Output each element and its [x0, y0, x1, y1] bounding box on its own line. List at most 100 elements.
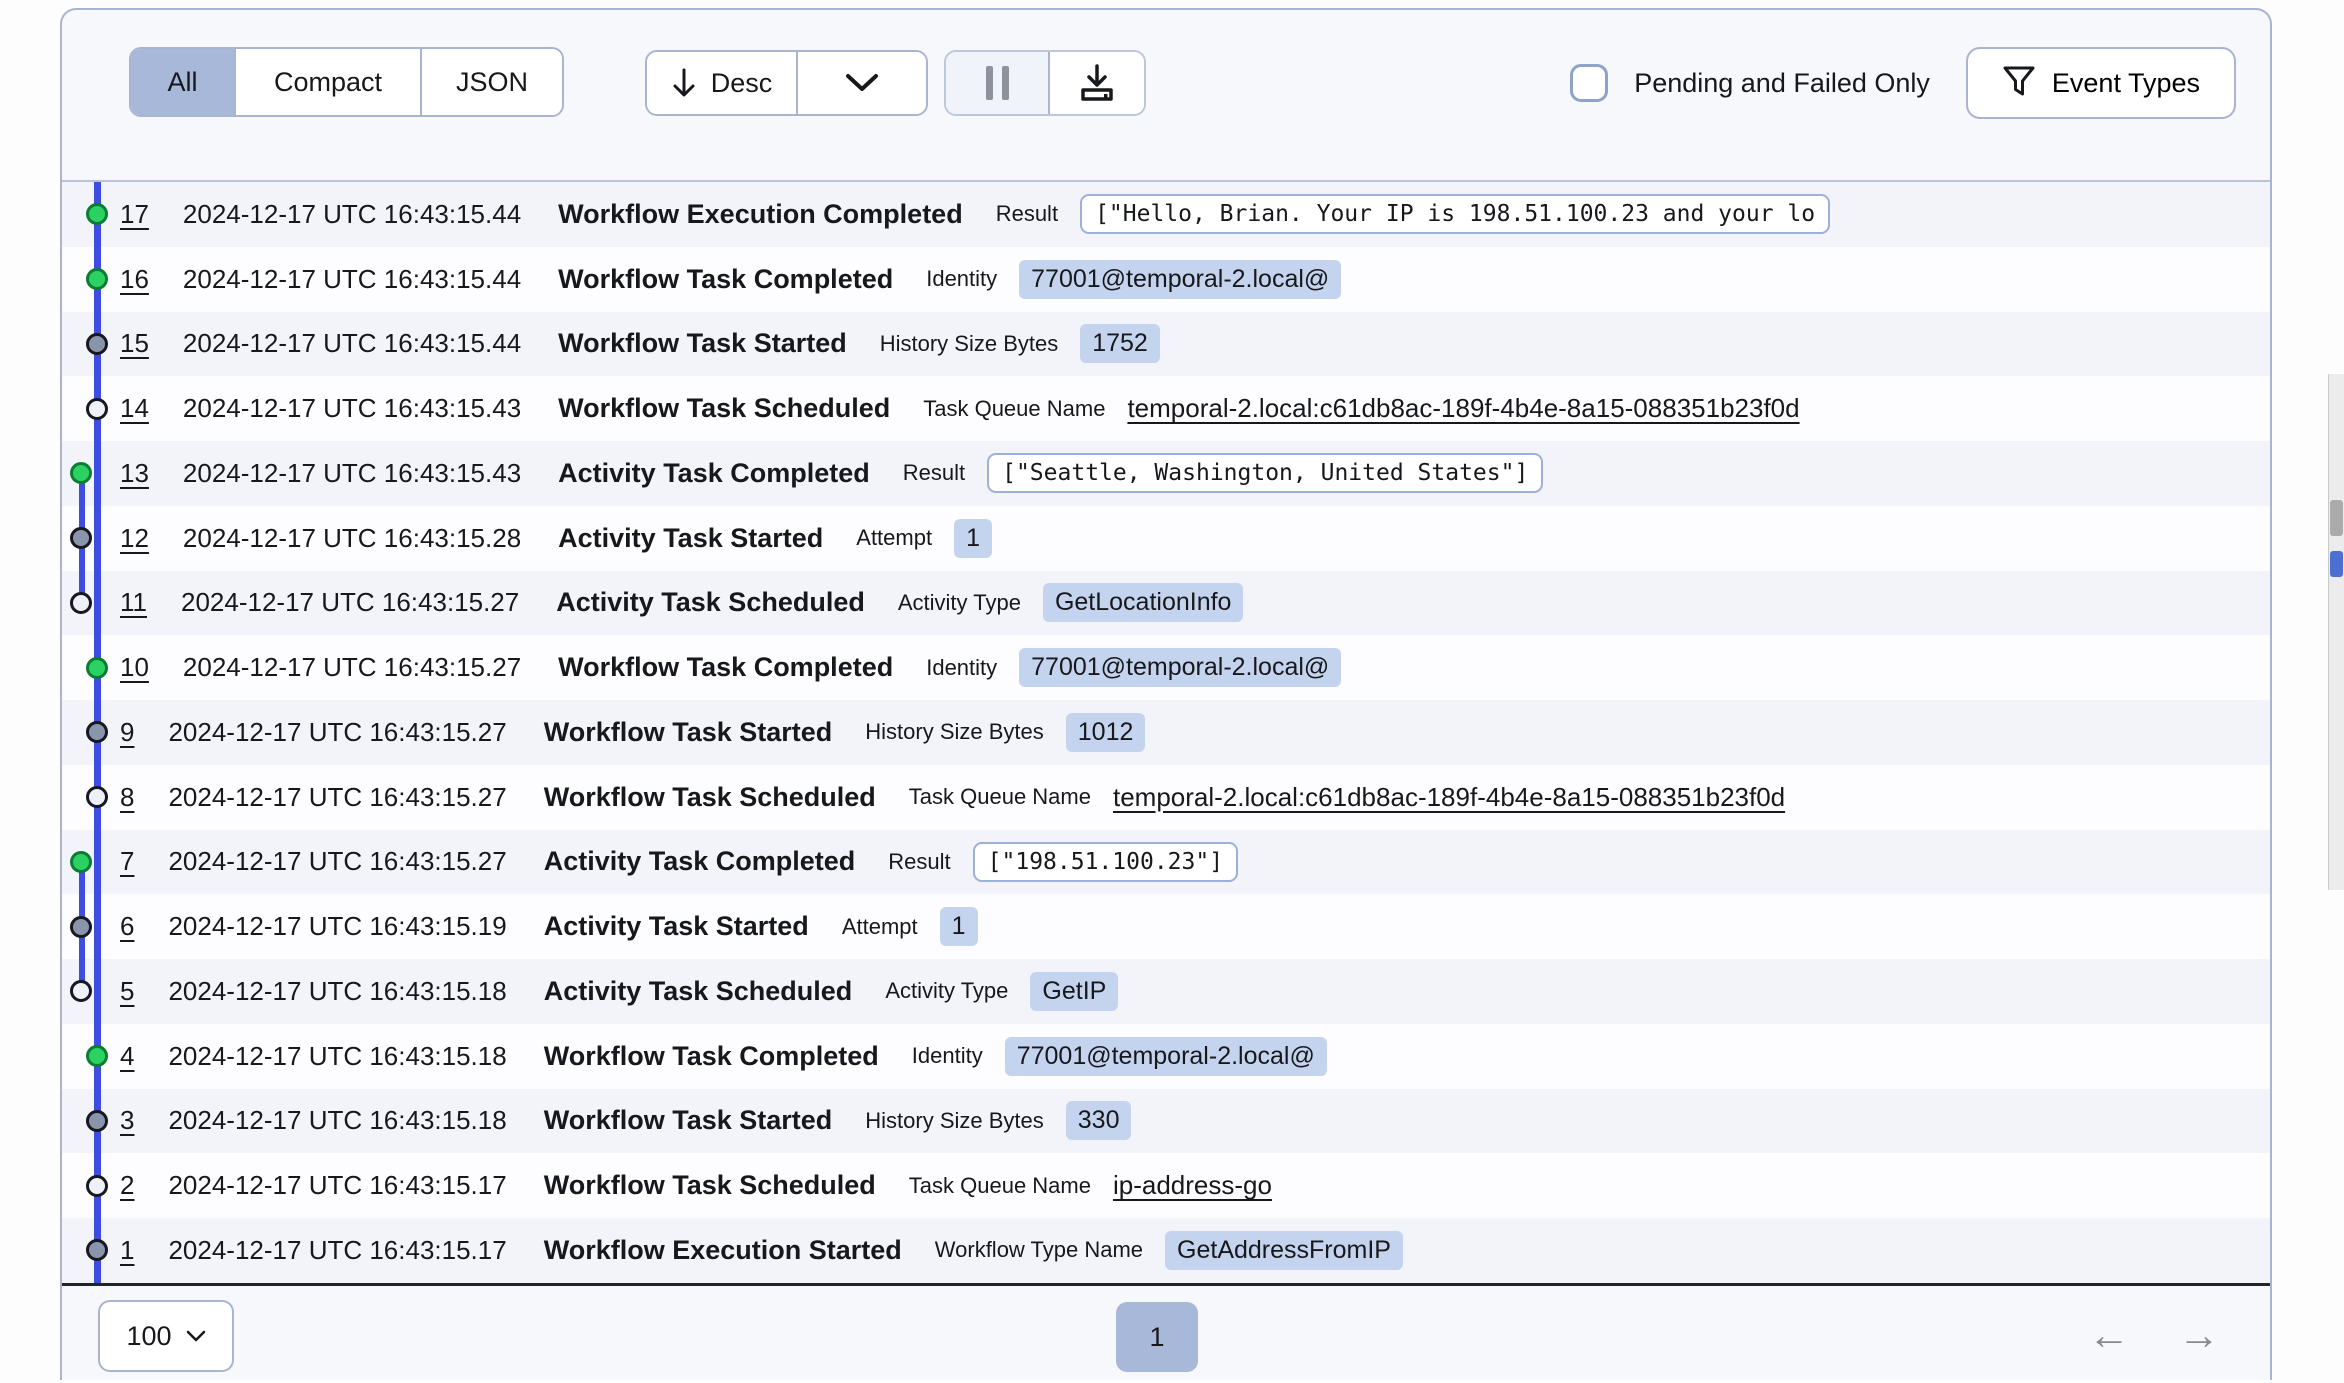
event-timestamp: 2024-12-17 UTC 16:43:15.27 [181, 587, 519, 618]
event-attr-label: Identity [926, 655, 997, 681]
event-id-link[interactable]: 16 [120, 264, 149, 295]
event-types-filter-button[interactable]: Event Types [1966, 47, 2236, 119]
event-id-link[interactable]: 7 [120, 846, 134, 877]
event-status-dot [70, 527, 92, 549]
event-timestamp: 2024-12-17 UTC 16:43:15.17 [168, 1170, 506, 1201]
event-timestamp: 2024-12-17 UTC 16:43:15.28 [183, 523, 521, 554]
sort-order-control: Desc [645, 50, 928, 116]
sort-desc-button[interactable]: Desc [647, 52, 796, 114]
event-id-link[interactable]: 2 [120, 1170, 134, 1201]
page-size-select[interactable]: 100 [98, 1300, 234, 1372]
event-attr-label: History Size Bytes [865, 1108, 1044, 1134]
event-attr-value: ["Seattle, Washington, United States"] [987, 453, 1543, 493]
event-status-dot [86, 1110, 108, 1132]
event-name: Workflow Task Completed [558, 652, 893, 683]
event-name: Workflow Task Scheduled [544, 782, 876, 813]
event-row[interactable]: 12 2024-12-17 UTC 16:43:15.28 Activity T… [62, 506, 2270, 571]
download-button[interactable] [1048, 52, 1144, 114]
current-page-button[interactable]: 1 [1116, 1302, 1198, 1372]
event-row[interactable]: 17 2024-12-17 UTC 16:43:15.44 Workflow E… [62, 182, 2270, 247]
event-timestamp: 2024-12-17 UTC 16:43:15.27 [168, 717, 506, 748]
event-name: Activity Task Started [558, 523, 823, 554]
event-attr-label: Result [903, 460, 965, 486]
event-attr-label: History Size Bytes [880, 331, 1059, 357]
event-id-link[interactable]: 11 [120, 587, 147, 618]
event-attr-value: 1012 [1066, 713, 1146, 752]
event-row[interactable]: 8 2024-12-17 UTC 16:43:15.27 Workflow Ta… [62, 765, 2270, 830]
tab-all[interactable]: All [131, 49, 234, 115]
event-attr-label: Activity Type [885, 978, 1008, 1004]
event-status-dot [86, 786, 108, 808]
event-id-link[interactable]: 1 [120, 1235, 134, 1266]
scrollbar-track[interactable] [2328, 374, 2344, 890]
event-attr-label: Task Queue Name [909, 784, 1091, 810]
event-timestamp: 2024-12-17 UTC 16:43:15.17 [168, 1235, 506, 1266]
event-name: Workflow Task Completed [544, 1041, 879, 1072]
event-attr-label: History Size Bytes [865, 719, 1044, 745]
event-attr-label: Attempt [856, 525, 932, 551]
tab-compact[interactable]: Compact [234, 49, 420, 115]
event-attr-value: 77001@temporal-2.local@ [1019, 260, 1341, 299]
pause-button[interactable] [946, 52, 1048, 114]
event-attr-value[interactable]: ip-address-go [1113, 1170, 1272, 1201]
download-icon [1077, 64, 1117, 102]
event-name: Workflow Task Started [544, 1105, 833, 1136]
event-row[interactable]: 7 2024-12-17 UTC 16:43:15.27 Activity Ta… [62, 830, 2270, 895]
event-id-link[interactable]: 17 [120, 199, 149, 230]
event-history-toolbar: AllCompactJSON Desc Pending and Failed O… [62, 10, 2270, 182]
event-id-link[interactable]: 15 [120, 328, 149, 359]
pagination-arrows: ← → [2088, 1286, 2220, 1383]
event-id-link[interactable]: 13 [120, 458, 149, 489]
event-status-dot [70, 916, 92, 938]
event-name: Activity Task Completed [544, 846, 856, 877]
next-page-arrow[interactable]: → [2178, 1314, 2220, 1356]
event-row[interactable]: 5 2024-12-17 UTC 16:43:15.18 Activity Ta… [62, 959, 2270, 1024]
event-timestamp: 2024-12-17 UTC 16:43:15.44 [183, 199, 521, 230]
scrollbar-thumb[interactable] [2330, 551, 2343, 577]
event-row[interactable]: 3 2024-12-17 UTC 16:43:15.18 Workflow Ta… [62, 1089, 2270, 1154]
scrollbar-segment[interactable] [2330, 500, 2343, 536]
event-id-link[interactable]: 6 [120, 911, 134, 942]
event-attr-value: GetLocationInfo [1043, 583, 1244, 622]
pending-failed-checkbox[interactable] [1570, 64, 1608, 102]
event-attr-value[interactable]: temporal-2.local:c61db8ac-189f-4b4e-8a15… [1127, 393, 1799, 424]
event-id-link[interactable]: 10 [120, 652, 149, 683]
sort-options-dropdown-button[interactable] [796, 52, 926, 114]
event-id-link[interactable]: 8 [120, 782, 134, 813]
event-status-dot [86, 203, 108, 225]
previous-page-arrow[interactable]: ← [2088, 1314, 2130, 1356]
event-row[interactable]: 11 2024-12-17 UTC 16:43:15.27 Activity T… [62, 571, 2270, 636]
event-row[interactable]: 15 2024-12-17 UTC 16:43:15.44 Workflow T… [62, 312, 2270, 377]
event-row[interactable]: 9 2024-12-17 UTC 16:43:15.27 Workflow Ta… [62, 700, 2270, 765]
page-size-value: 100 [126, 1321, 171, 1352]
event-id-link[interactable]: 5 [120, 976, 134, 1007]
event-id-link[interactable]: 14 [120, 393, 149, 424]
event-attr-value: 330 [1066, 1101, 1132, 1140]
sort-label: Desc [711, 68, 773, 99]
event-id-link[interactable]: 9 [120, 717, 134, 748]
event-row[interactable]: 6 2024-12-17 UTC 16:43:15.19 Activity Ta… [62, 894, 2270, 959]
event-row[interactable]: 1 2024-12-17 UTC 16:43:15.17 Workflow Ex… [62, 1218, 2270, 1283]
event-attr-label: Result [888, 849, 950, 875]
event-row[interactable]: 4 2024-12-17 UTC 16:43:15.18 Workflow Ta… [62, 1024, 2270, 1089]
pagination-footer: 100 1 ← → [62, 1283, 2270, 1380]
event-row[interactable]: 13 2024-12-17 UTC 16:43:15.43 Activity T… [62, 441, 2270, 506]
event-row[interactable]: 16 2024-12-17 UTC 16:43:15.44 Workflow T… [62, 247, 2270, 312]
event-id-link[interactable]: 3 [120, 1105, 134, 1136]
event-attr-label: Result [996, 201, 1058, 227]
event-row[interactable]: 10 2024-12-17 UTC 16:43:15.27 Workflow T… [62, 635, 2270, 700]
event-attr-value: 1 [954, 519, 992, 558]
event-status-dot [70, 980, 92, 1002]
event-name: Workflow Execution Started [544, 1235, 902, 1266]
event-status-dot [86, 1175, 108, 1197]
event-status-dot [86, 1045, 108, 1067]
event-row[interactable]: 14 2024-12-17 UTC 16:43:15.43 Workflow T… [62, 376, 2270, 441]
event-id-link[interactable]: 12 [120, 523, 149, 554]
event-attr-value: ["198.51.100.23"] [973, 842, 1238, 882]
event-name: Workflow Execution Completed [558, 199, 963, 230]
event-timestamp: 2024-12-17 UTC 16:43:15.44 [183, 328, 521, 359]
tab-json[interactable]: JSON [420, 49, 562, 115]
event-row[interactable]: 2 2024-12-17 UTC 16:43:15.17 Workflow Ta… [62, 1153, 2270, 1218]
event-id-link[interactable]: 4 [120, 1041, 134, 1072]
event-attr-value[interactable]: temporal-2.local:c61db8ac-189f-4b4e-8a15… [1113, 782, 1785, 813]
